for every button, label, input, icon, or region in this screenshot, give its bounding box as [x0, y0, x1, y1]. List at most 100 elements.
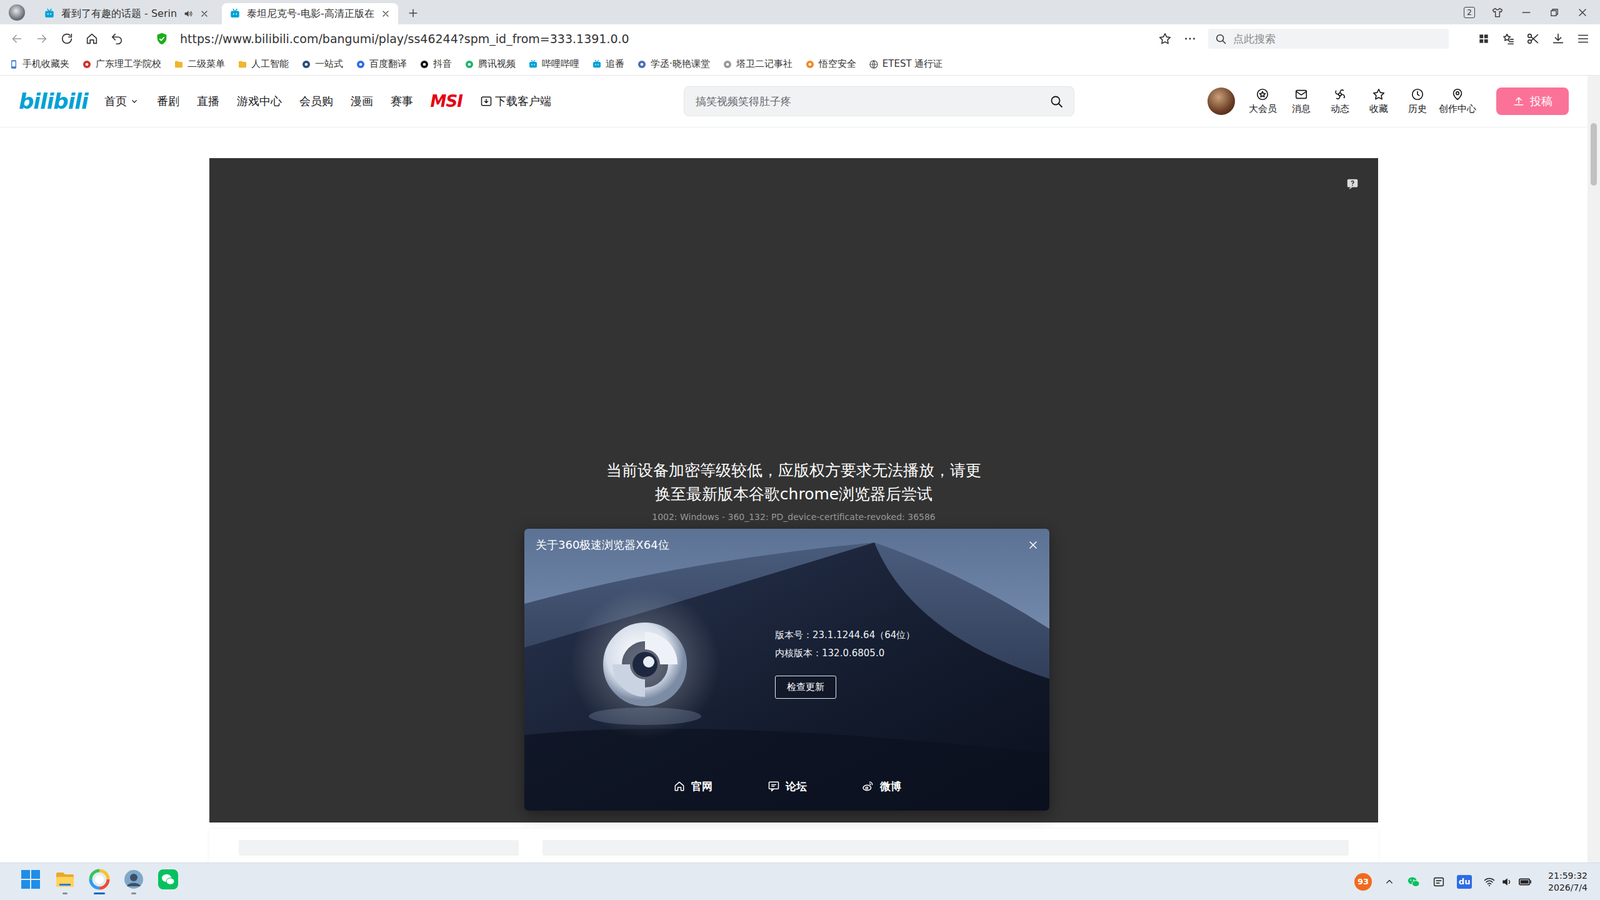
close-tab-icon[interactable]	[380, 8, 391, 19]
favorites-icon[interactable]	[1501, 31, 1515, 46]
nav-item[interactable]: 番剧	[156, 93, 180, 109]
skin-icon[interactable]	[1491, 6, 1504, 19]
bookmark-item[interactable]: 学丞·晓艳课堂	[636, 58, 710, 70]
nav-item[interactable]: 游戏中心	[236, 93, 282, 109]
side-search[interactable]	[1208, 28, 1449, 49]
taskbar-app[interactable]	[49, 864, 81, 900]
bookmark-label[interactable]: 手机收藏夹	[22, 58, 70, 70]
nav-label[interactable]: MSI	[430, 91, 463, 111]
dialog-link[interactable]: 官网	[673, 779, 713, 794]
check-update-button[interactable]: 检查更新	[775, 675, 837, 699]
tab-label[interactable]: 泰坦尼克号-电影-高清正版在	[246, 7, 375, 21]
bookmark-item[interactable]: 悟空安全	[805, 58, 857, 70]
bookmark-label[interactable]: 百度翻译	[369, 58, 407, 70]
tab-label[interactable]: 看到了有趣的话题 - Serin	[61, 7, 177, 21]
bookmark-item[interactable]: 一站式	[301, 58, 344, 70]
bookmark-label[interactable]: 学丞·晓艳课堂	[650, 58, 710, 70]
nav-item[interactable]: MSI	[430, 91, 463, 111]
nav-item[interactable]: 首页	[104, 93, 140, 109]
tab-count-badge[interactable]: 2	[1463, 6, 1475, 19]
bookmark-item[interactable]: 抖音	[419, 58, 452, 70]
dialog-link[interactable]: 论坛	[767, 779, 807, 794]
nav-label[interactable]: 会员购	[299, 93, 334, 109]
secure-shield-icon[interactable]	[155, 31, 169, 46]
audio-icon[interactable]	[183, 8, 194, 19]
screenshot-icon[interactable]	[1526, 31, 1540, 46]
search-icon[interactable]	[1048, 93, 1064, 109]
nav-item[interactable]: 漫画	[350, 93, 374, 109]
bookmark-label[interactable]: 一站式	[315, 58, 344, 70]
restore-icon[interactable]	[1548, 6, 1560, 19]
taskbar-app[interactable]	[83, 864, 115, 900]
forward-icon[interactable]	[35, 31, 49, 46]
nav-label[interactable]: 下载客户端	[495, 93, 552, 109]
site-search-input[interactable]	[694, 94, 1049, 109]
upload-label[interactable]: 投稿	[1530, 93, 1553, 109]
volume-icon[interactable]	[1500, 875, 1514, 889]
bookmark-star-icon[interactable]	[1158, 31, 1172, 46]
user-menu-label[interactable]: 收藏	[1369, 103, 1389, 115]
security-badge[interactable]: 93	[1354, 873, 1372, 891]
bookmark-item[interactable]: ETEST 通行证	[868, 58, 944, 70]
nav-item[interactable]: 赛事	[390, 93, 414, 109]
site-search[interactable]	[683, 86, 1075, 117]
bookmark-label[interactable]: 人工智能	[251, 58, 289, 70]
user-menu-label[interactable]: 创作中心	[1438, 103, 1477, 115]
menu-icon[interactable]	[1576, 31, 1590, 46]
wifi-icon[interactable]	[1483, 875, 1496, 889]
nav-item[interactable]: 会员购	[299, 93, 334, 109]
bookmark-item[interactable]: 哔哩哔哩	[528, 58, 580, 70]
bilibili-logo[interactable]: bilibili	[18, 88, 89, 114]
app-tray-icon[interactable]	[1431, 875, 1446, 889]
feedback-icon[interactable]	[1345, 176, 1360, 191]
user-menu-label[interactable]: 历史	[1408, 103, 1427, 115]
user-menu-item[interactable]: 历史	[1400, 87, 1435, 115]
nav-label[interactable]: 赛事	[390, 93, 414, 109]
bookmark-label[interactable]: 追番	[605, 58, 625, 70]
user-menu-item[interactable]: 创作中心	[1438, 87, 1477, 115]
undo-icon[interactable]	[110, 31, 124, 46]
user-menu-label[interactable]: 动态	[1330, 103, 1350, 115]
close-window-icon[interactable]	[1576, 6, 1589, 19]
nav-label[interactable]: 漫画	[350, 93, 374, 109]
bookmark-label[interactable]: 抖音	[433, 58, 452, 70]
ime-indicator[interactable]: du	[1456, 875, 1472, 889]
clock[interactable]: 21:59:322026/7/4	[1548, 870, 1588, 894]
profile-avatar-icon[interactable]	[8, 4, 25, 21]
battery-icon[interactable]	[1518, 875, 1532, 889]
back-icon[interactable]	[10, 31, 24, 46]
browser-tab[interactable]: 泰坦尼克号-电影-高清正版在	[221, 3, 399, 25]
bookmark-item[interactable]: 百度翻译	[355, 58, 407, 70]
user-menu-item[interactable]: 消息	[1283, 87, 1319, 115]
close-tab-icon[interactable]	[199, 8, 210, 19]
bookmark-item[interactable]: 人工智能	[237, 58, 289, 70]
show-hidden-icon[interactable]	[1383, 875, 1396, 889]
link-label[interactable]: 论坛	[785, 779, 807, 794]
bookmark-item[interactable]: 二级菜单	[173, 58, 225, 70]
user-menu-label[interactable]: 消息	[1291, 103, 1311, 115]
user-menu-item[interactable]: 大会员	[1245, 87, 1280, 115]
link-label[interactable]: 微博	[880, 779, 902, 794]
wechat-tray-icon[interactable]	[1406, 875, 1421, 889]
bookmark-label[interactable]: 悟空安全	[818, 58, 857, 70]
nav-item[interactable]: 下载客户端	[480, 93, 552, 109]
bookmark-label[interactable]: 广东理工学院校	[95, 58, 162, 70]
bookmark-item[interactable]: 腾讯视频	[464, 58, 516, 70]
url-field[interactable]: https://www.bilibili.com/bangumi/play/ss…	[180, 31, 1147, 46]
nav-label[interactable]: 番剧	[156, 93, 180, 109]
dialog-link[interactable]: 微博	[861, 779, 902, 794]
close-dialog-icon[interactable]	[1026, 538, 1040, 552]
taskbar-app[interactable]	[152, 864, 184, 900]
bookmark-label[interactable]: 哔哩哔哩	[541, 58, 580, 70]
taskbar-app[interactable]	[15, 864, 47, 900]
nav-label[interactable]: 游戏中心	[236, 93, 282, 109]
clock-date[interactable]: 2026/7/4	[1548, 881, 1588, 894]
more-icon[interactable]	[1183, 31, 1197, 46]
reload-icon[interactable]	[60, 31, 74, 46]
bookmark-item[interactable]: 塔卫二记事社	[722, 58, 793, 70]
user-menu-item[interactable]: 收藏	[1361, 87, 1397, 115]
home-icon[interactable]	[85, 31, 99, 46]
new-tab-icon[interactable]	[406, 6, 420, 20]
scrollbar[interactable]	[1587, 75, 1600, 863]
clock-time[interactable]: 21:59:32	[1548, 870, 1588, 882]
